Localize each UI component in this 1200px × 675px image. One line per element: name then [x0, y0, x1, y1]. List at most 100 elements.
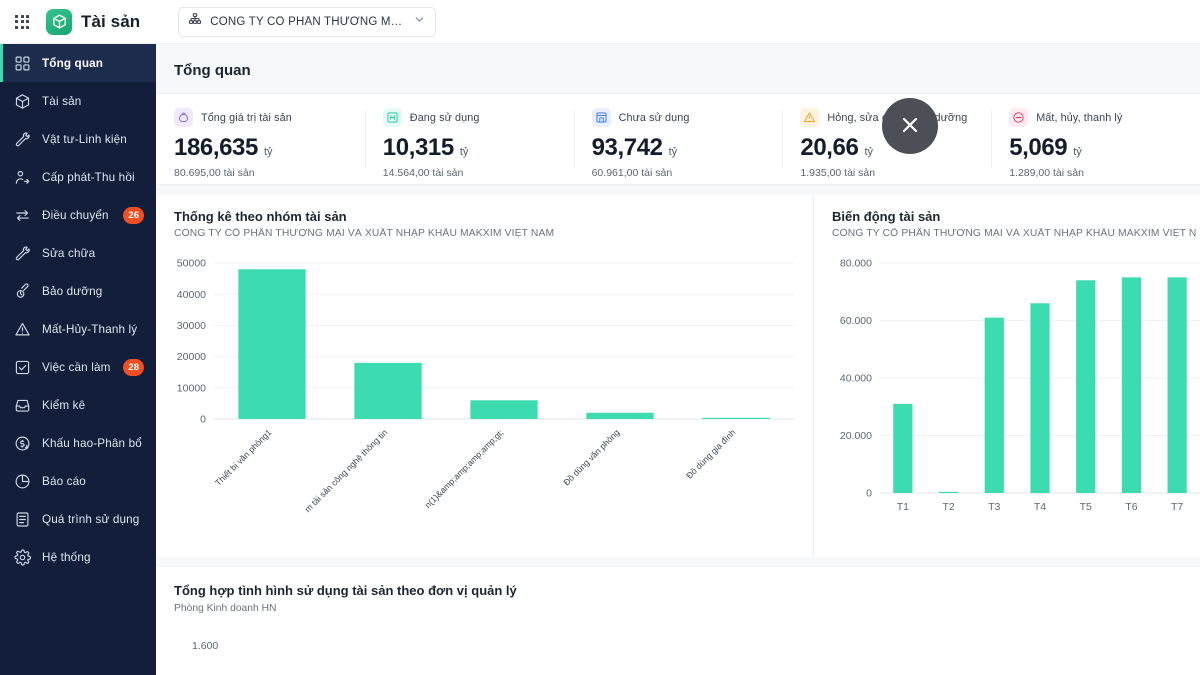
wrench-icon — [15, 131, 30, 146]
x-tick-label: Đồ dùng văn phòng — [561, 427, 621, 487]
usage-by-unit-first-tick: 1.600 — [192, 640, 219, 652]
sidebar-item-label: Kiểm kê — [42, 398, 86, 412]
x-tick-label: Thiết bị văn phòng1 — [213, 427, 274, 488]
sidebar-item-badge: 26 — [123, 206, 144, 224]
dashboard-grid-icon — [15, 56, 30, 70]
box-unused-icon — [591, 108, 611, 127]
x-tick-label: T3 — [988, 501, 1000, 513]
bar[interactable] — [1121, 277, 1142, 493]
sidebar-item-14[interactable]: Hệ thống — [0, 538, 156, 576]
kpi-label: Chưa sử dụng — [618, 111, 690, 124]
chart-left-svg[interactable]: 0 10000 20000 30000 40000 50000 Thiết bị văn p… — [156, 249, 814, 539]
sidebar-item-6[interactable]: Sửa chữa — [0, 234, 156, 272]
x-tick-label: T4 — [1034, 501, 1046, 513]
warning-triangle-icon — [800, 108, 820, 127]
kpi-card-1[interactable]: Tổng giá trị tài sản 186,635 tỷ 80.695,00 t… — [156, 94, 365, 184]
bar[interactable] — [470, 400, 538, 419]
sidebar-item-label: Mất-Hủy-Thanh lý — [42, 322, 138, 336]
sidebar-item-7[interactable]: Bảo dưỡng — [0, 272, 156, 310]
sidebar-item-8[interactable]: Mất-Hủy-Thanh lý — [0, 310, 156, 348]
y-tick-label: 0 — [866, 488, 872, 500]
kpi-card-3[interactable]: Chưa sử dụng 93,742 tỷ 60.961,00 tài sản — [573, 94, 783, 184]
usage-by-unit-card: Tổng hợp tình hình sử dụng tài sản theo … — [156, 567, 1200, 675]
kpi-subtext: 1.289,00 tài sản — [1009, 167, 1084, 179]
chart-title-left: Thống kê theo nhóm tài sản — [174, 209, 347, 224]
kpi-unit: tỷ — [263, 146, 273, 158]
sidebar-item-badge: 28 — [123, 358, 144, 376]
kpi-label: Tổng giá trị tài sản — [201, 111, 292, 124]
y-tick-label: 80.000 — [840, 258, 872, 270]
sidebar-item-9[interactable]: Việc cần làm 28 — [0, 348, 156, 386]
plot-asset-group: 0 10000 20000 30000 40000 50000 Thiết bị văn p… — [156, 249, 813, 539]
close-x-icon — [898, 113, 922, 140]
minus-circle-icon — [1009, 108, 1029, 127]
y-tick-label: 20.000 — [840, 430, 872, 442]
gear-icon — [14, 548, 31, 566]
top-bar: Tài sản CÔNG TY CỔ PHẦN THƯƠNG MẠI VÀ ..… — [0, 0, 1200, 44]
sidebar-item-12[interactable]: Báo cáo — [0, 462, 156, 500]
y-tick-label: 0 — [200, 414, 206, 426]
bar[interactable] — [586, 412, 654, 419]
kpi-value-row: 186,635 tỷ — [174, 134, 365, 162]
bar[interactable] — [1167, 277, 1187, 493]
chart-header-right: Biến động tài sản CÔNG TY CỔ PHẦN THƯƠNG… — [814, 195, 1200, 239]
sidebar-item-4[interactable]: Cấp phát-Thu hồi — [0, 158, 156, 196]
bar[interactable] — [354, 362, 422, 419]
plot-asset-variation: 0 20.000 40.000 60.000 80.000 T1 T2 T3 T4 T5 T6 T7 — [814, 249, 1200, 539]
bar[interactable] — [984, 317, 1004, 493]
pie-chart-icon — [15, 474, 30, 488]
sidebar-nav: Tổng quan Tài sản Vật tư-Linh kiện Cấp phát… — [0, 44, 156, 675]
kpi-card-2[interactable]: Đang sử dụng 10,315 tỷ 14.564,00 tài sản — [364, 94, 574, 184]
sidebar-item-11[interactable]: Khấu hao-Phân bổ — [0, 424, 156, 462]
x-tick-label: Đồ dùng gia đình — [684, 427, 738, 481]
bar[interactable] — [893, 403, 913, 493]
x-tick-label: T2 — [942, 501, 954, 513]
x-tick-label: m tài sản công nghệ thông tin — [303, 427, 390, 514]
kpi-card-5[interactable]: Mất, hủy, thanh lý 5,069 tỷ 1.289,00 tài sả… — [991, 94, 1200, 184]
sidebar-item-3[interactable]: Vật tư-Linh kiện — [0, 120, 156, 158]
kpi-subtext: 60.961,00 tài sản — [591, 167, 673, 179]
bar[interactable] — [1030, 303, 1050, 493]
dollar-down-icon — [15, 436, 30, 450]
sidebar-item-1[interactable]: Tổng quan — [0, 44, 156, 82]
org-selector[interactable]: CÔNG TY CỔ PHẦN THƯƠNG MẠI VÀ ... — [178, 6, 437, 37]
bar[interactable] — [702, 417, 770, 419]
bar[interactable] — [1076, 280, 1096, 493]
chart-subtitle-right: CÔNG TY CỔ PHẦN THƯƠNG MẠI VÀ XUẤT NHẬP … — [832, 228, 1197, 239]
chart-right-svg[interactable]: 0 20.000 40.000 60.000 80.000 T1 T2 T3 T4 T5 T6 T7 — [814, 249, 1200, 539]
kpi-value-row: 10,315 tỷ — [383, 134, 574, 162]
chart-card-asset-group: Thống kê theo nhóm tài sản CÔNG TY CỔ PH… — [156, 195, 814, 557]
y-tick-label: 40000 — [177, 289, 206, 301]
usage-by-unit-title: Tổng hợp tình hình sử dụng tài sản theo … — [174, 583, 517, 598]
chart-subtitle-left: CÔNG TY CỔ PHẦN THƯƠNG MẠI VÀ XUẤT NHẬP … — [174, 228, 555, 239]
sidebar-item-label: Việc cần làm — [42, 360, 111, 374]
y-tick-label: 50000 — [177, 258, 206, 270]
x-tick-label: T1 — [897, 501, 909, 513]
kpi-label: Mất, hủy, thanh lý — [1036, 111, 1123, 124]
grid-apps-icon[interactable] — [0, 0, 44, 44]
chart-title-right: Biến động tài sản — [832, 209, 941, 224]
sidebar-item-2[interactable]: Tài sản — [0, 82, 156, 120]
sidebar-item-label: Cấp phát-Thu hồi — [42, 170, 135, 184]
kpi-header: Tổng giá trị tài sản — [174, 108, 365, 127]
y-tick-label: 30000 — [177, 320, 206, 332]
sidebar-item-label: Tài sản — [42, 94, 82, 108]
sidebar-item-label: Khấu hao-Phân bổ — [42, 436, 142, 450]
sidebar-item-10[interactable]: Kiểm kê — [0, 386, 156, 424]
sidebar-item-13[interactable]: Quá trình sử dụng — [0, 500, 156, 538]
brand-name: Tài sản — [81, 11, 141, 31]
bar[interactable] — [938, 491, 959, 493]
org-selector-value: CÔNG TY CỔ PHẦN THƯƠNG MẠI VÀ ... — [210, 15, 405, 28]
close-button[interactable] — [882, 98, 938, 154]
kpi-header: Mất, hủy, thanh lý — [1009, 108, 1200, 127]
bar[interactable] — [238, 269, 306, 419]
kpi-value: 93,742 — [591, 134, 663, 161]
y-tick-label: 10000 — [177, 382, 206, 394]
sidebar-item-label: Quá trình sử dụng — [42, 512, 140, 526]
x-tick-label: T7 — [1171, 501, 1183, 513]
brand[interactable]: Tài sản — [46, 8, 141, 35]
cube-logo-icon — [46, 8, 72, 35]
kpi-strip: Tổng giá trị tài sản 186,635 tỷ 80.695,00 t… — [156, 93, 1200, 185]
sidebar-item-5[interactable]: Điều chuyển 26 — [0, 196, 156, 234]
maintenance-icon — [16, 282, 29, 298]
